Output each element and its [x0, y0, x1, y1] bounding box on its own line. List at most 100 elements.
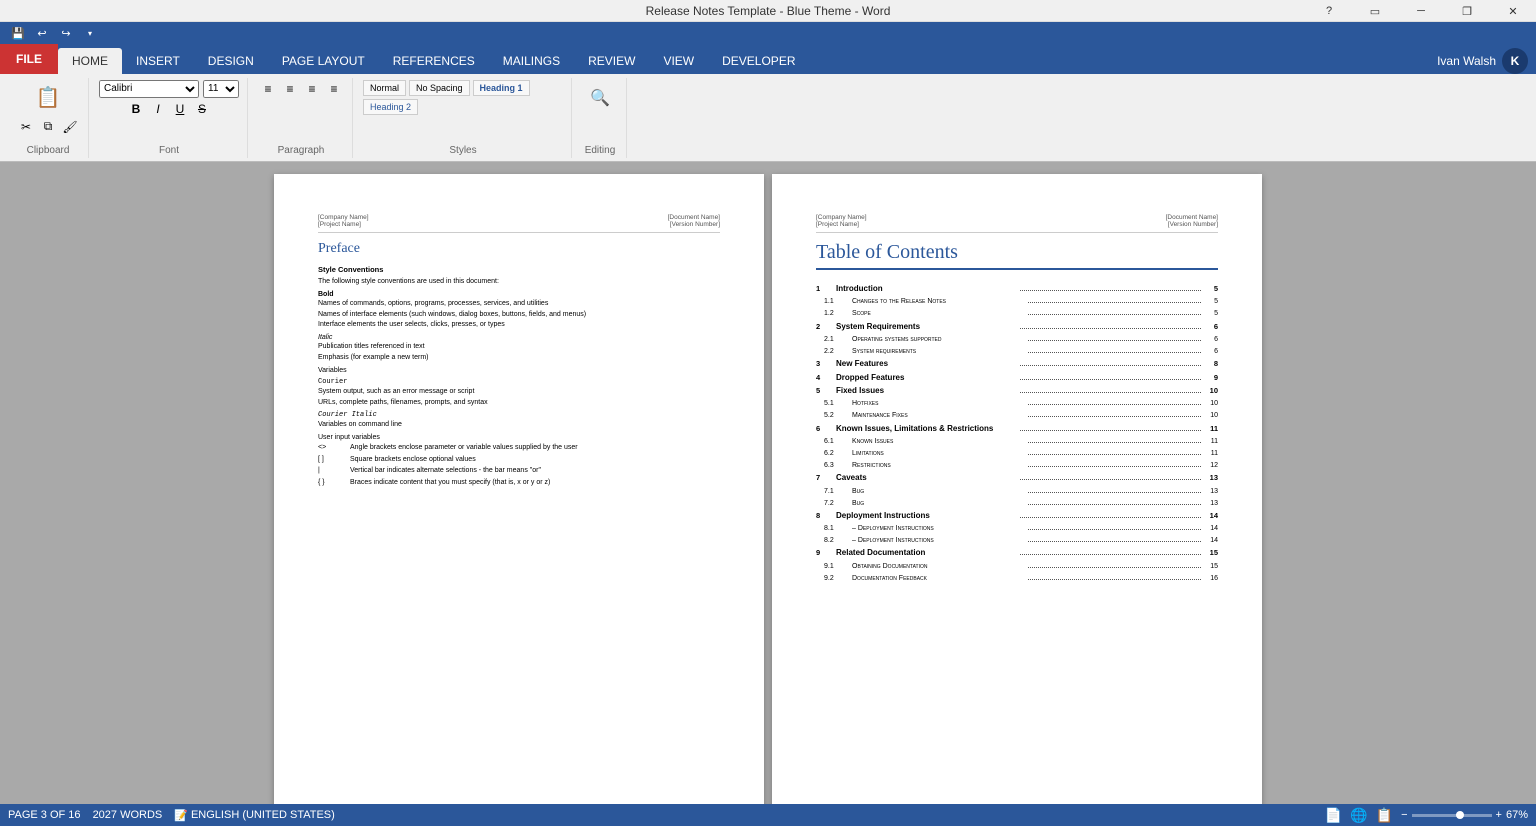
toc-entry: 7.1 Bug 13 — [816, 487, 1218, 496]
tab-developer[interactable]: DEVELOPER — [708, 48, 809, 74]
toc-label-sub: – Deployment Instructions — [852, 536, 1025, 545]
var-desc-1: Angle brackets enclose parameter or vari… — [350, 443, 720, 454]
help-button[interactable]: ? — [1306, 0, 1352, 22]
style-no-spacing[interactable]: No Spacing — [409, 80, 470, 96]
tab-design[interactable]: DESIGN — [194, 48, 268, 74]
paste-button[interactable]: 📋 — [30, 80, 66, 116]
format-painter-button[interactable]: 🖌 — [60, 118, 80, 136]
toc-dots — [1020, 328, 1201, 329]
align-right-button[interactable]: ≡ — [302, 80, 322, 98]
title-bar: Release Notes Template - Blue Theme - Wo… — [0, 0, 1536, 22]
page-info: PAGE 3 OF 16 — [8, 809, 81, 821]
toc-label-sub: Operating systems supported — [852, 335, 1025, 344]
toc-page-sub: 14 — [1204, 536, 1218, 545]
toc-entry: 2.1 Operating systems supported 6 — [816, 335, 1218, 344]
font-label: Font — [159, 145, 179, 156]
redo-qat-button[interactable]: ↪ — [56, 24, 76, 42]
underline-button[interactable]: U — [170, 100, 190, 118]
style-normal[interactable]: Normal — [363, 80, 406, 96]
style-heading1[interactable]: Heading 1 — [473, 80, 530, 96]
undo-qat-button[interactable]: ↩ — [32, 24, 52, 42]
toc-num-sub: 5.2 — [824, 411, 852, 420]
toc-page-sub: 6 — [1204, 347, 1218, 356]
page-header-left-page: [Company Name] [Project Name] [Document … — [318, 214, 720, 233]
ribbon: FILE HOME INSERT DESIGN PAGE LAYOUT REFE… — [0, 44, 1536, 74]
copy-button[interactable]: ⧉ — [38, 118, 58, 136]
view-web-icon[interactable]: 🌐 — [1350, 807, 1367, 824]
customize-qat-button[interactable]: ▾ — [80, 24, 100, 42]
toc-entry: 2 System Requirements 6 — [816, 322, 1218, 332]
toc-label-sub: Maintenance Fixes — [852, 411, 1025, 420]
document-area: [Company Name] [Project Name] [Document … — [0, 162, 1536, 804]
var-row-3: | Vertical bar indicates alternate selec… — [318, 466, 720, 477]
tab-review[interactable]: REVIEW — [574, 48, 649, 74]
var-row-4: { } Braces indicate content that you mus… — [318, 478, 720, 489]
toc-entry: 3 New Features 8 — [816, 359, 1218, 369]
toc-dots — [1028, 302, 1201, 303]
zoom-thumb — [1456, 811, 1464, 819]
toc-entry: 6.2 Limitations 11 — [816, 449, 1218, 458]
italic-button[interactable]: I — [148, 100, 168, 118]
tab-home[interactable]: HOME — [58, 48, 122, 74]
zoom-out-button[interactable]: − — [1401, 809, 1407, 821]
tab-insert[interactable]: INSERT — [122, 48, 194, 74]
toc-page-sub: 11 — [1204, 449, 1218, 458]
font-size-select[interactable]: 11 — [203, 80, 239, 98]
version-number-left: [Version Number] — [668, 221, 720, 228]
find-button[interactable]: 🔍 — [582, 80, 618, 116]
status-right: 📄 🌐 📋 − + 67% — [1325, 807, 1528, 824]
toc-num: 4 — [816, 373, 836, 383]
zoom-level: 67% — [1506, 809, 1528, 821]
toc-label: System Requirements — [836, 322, 1017, 332]
toc-label-sub: System requirements — [852, 347, 1025, 356]
tab-page-layout[interactable]: PAGE LAYOUT — [268, 48, 379, 74]
toc-num: 6 — [816, 424, 836, 434]
toc-page-sub: 13 — [1204, 487, 1218, 496]
quick-access-toolbar: 💾 ↩ ↪ ▾ — [0, 22, 1536, 44]
avatar[interactable]: K — [1502, 48, 1528, 74]
bold-button[interactable]: B — [126, 100, 146, 118]
cut-button[interactable]: ✂ — [16, 118, 36, 136]
save-qat-button[interactable]: 💾 — [8, 24, 28, 42]
toc-label-sub: Documentation Feedback — [852, 574, 1025, 583]
tab-view[interactable]: VIEW — [649, 48, 708, 74]
toc-container: 1 Introduction 5 1.1 Changes to the Rele… — [816, 284, 1218, 583]
view-print-icon[interactable]: 📄 — [1325, 807, 1342, 824]
tab-mailings[interactable]: MAILINGS — [489, 48, 574, 74]
toc-num: 2 — [816, 322, 836, 332]
toc-label: Deployment Instructions — [836, 511, 1017, 521]
ribbon-group-clipboard: 📋 ✂ ⧉ 🖌 Clipboard — [8, 78, 89, 158]
font-family-select[interactable]: Calibri — [99, 80, 199, 98]
spellcheck-icon: 📝 — [174, 809, 188, 822]
toc-num-sub: 1.2 — [824, 309, 852, 318]
toc-entry: 5 Fixed Issues 10 — [816, 386, 1218, 396]
toc-label-sub: Bug — [852, 499, 1025, 508]
toc-entry: 7.2 Bug 13 — [816, 499, 1218, 508]
minimize-button[interactable]: ─ — [1398, 0, 1444, 22]
strikethrough-button[interactable]: S — [192, 100, 212, 118]
ribbon-toggle-button[interactable]: ▭ — [1352, 0, 1398, 22]
align-left-button[interactable]: ≡ — [258, 80, 278, 98]
toc-page-sub: 13 — [1204, 499, 1218, 508]
close-button[interactable]: ✕ — [1490, 0, 1536, 22]
zoom-in-button[interactable]: + — [1496, 809, 1502, 821]
toc-label-sub: Changes to the Release Notes — [852, 297, 1025, 306]
restore-button[interactable]: ❐ — [1444, 0, 1490, 22]
toc-entry: 7 Caveats 13 — [816, 473, 1218, 483]
tab-references[interactable]: REFERENCES — [379, 48, 489, 74]
toc-page-sub: 16 — [1204, 574, 1218, 583]
style-heading2[interactable]: Heading 2 — [363, 99, 418, 115]
zoom-area: − + 67% — [1401, 809, 1528, 821]
company-name-left: [Company Name] — [318, 214, 369, 221]
variables-label: Variables — [318, 367, 720, 374]
justify-button[interactable]: ≡ — [324, 80, 344, 98]
toc-dots — [1020, 479, 1201, 480]
view-outline-icon[interactable]: 📋 — [1376, 807, 1393, 824]
project-name-left: [Project Name] — [318, 221, 369, 228]
zoom-slider[interactable] — [1412, 814, 1492, 817]
bold-item-2: Names of interface elements (such window… — [318, 310, 720, 320]
toc-entry: 8.2 – Deployment Instructions 14 — [816, 536, 1218, 545]
align-center-button[interactable]: ≡ — [280, 80, 300, 98]
toc-num-sub: 9.1 — [824, 562, 852, 571]
tab-file[interactable]: FILE — [0, 44, 58, 74]
